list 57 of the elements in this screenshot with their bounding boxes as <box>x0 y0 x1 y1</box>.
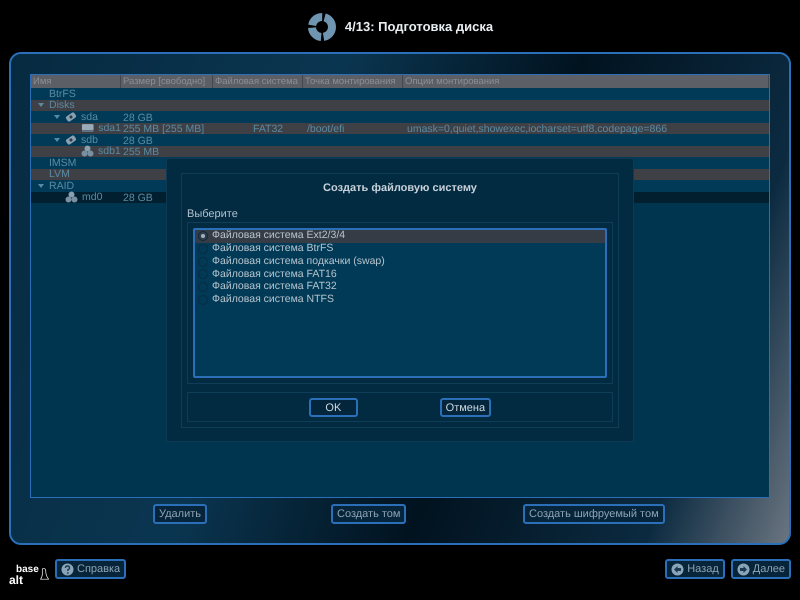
expander-icon[interactable] <box>37 102 45 108</box>
size-text: 28 GB <box>123 112 153 124</box>
node-name: sda <box>81 110 98 123</box>
node-name: IMSM <box>49 156 76 169</box>
size-text: 255 MB [255 MB] <box>123 123 204 136</box>
action-button[interactable]: Создать том <box>331 504 406 524</box>
expander-icon[interactable] <box>53 114 61 120</box>
filesystem-option[interactable]: Файловая система подкачки (swap) <box>195 255 605 268</box>
back-arrow-icon <box>671 562 684 576</box>
dialog-button[interactable]: Отмена <box>440 398 492 416</box>
size-text: 28 GB <box>123 192 153 204</box>
size-text: 255 MB <box>123 146 160 158</box>
disk-stack-icon <box>81 145 94 158</box>
logo-text: alt <box>9 575 24 585</box>
tree-row[interactable]: sdb 28 GB <box>31 134 769 146</box>
help-icon <box>61 562 74 576</box>
disk-stack-icon <box>65 191 78 204</box>
radio-button[interactable] <box>198 231 208 242</box>
tree-row[interactable]: BtrFS <box>31 88 769 100</box>
tree-row[interactable]: sda 28 GB <box>31 111 769 122</box>
node-name: sdb <box>81 134 98 146</box>
next-arrow-icon <box>736 562 750 576</box>
help-button[interactable]: Справка <box>55 559 126 579</box>
choose-label: Выберите <box>187 207 239 222</box>
dialog-title: Создать файловую систему <box>323 181 477 196</box>
filesystem-option[interactable]: Файловая система NTFS <box>195 293 605 306</box>
spinner-logo-icon <box>306 12 337 42</box>
action-button[interactable]: Удалить <box>153 504 207 524</box>
filesystem-option[interactable]: Файловая система FAT16 <box>195 268 605 281</box>
next-button[interactable]: Далее <box>730 559 791 579</box>
node-name: Disks <box>49 99 75 112</box>
logo-text: base <box>15 565 39 575</box>
node-name: LVM <box>49 168 70 180</box>
radio-button[interactable] <box>198 294 208 305</box>
filesystem-option[interactable]: Файловая система FAT32 <box>195 280 605 294</box>
filesystem-text: FAT32 <box>253 123 284 136</box>
mount-point-text: /boot/efi <box>307 123 344 136</box>
filesystem-option[interactable]: Файловая система BtrFS <box>195 242 605 256</box>
drive-icon <box>80 122 94 134</box>
expander-icon[interactable] <box>37 182 45 189</box>
node-name: sdb1 <box>98 145 121 158</box>
filesystem-option[interactable]: Файловая система Ext2/3/4 <box>195 230 605 243</box>
expander-icon[interactable] <box>53 136 61 143</box>
radio-button[interactable] <box>198 244 208 254</box>
radio-button[interactable] <box>198 256 208 267</box>
node-name: sda1 <box>98 122 121 134</box>
radio-button[interactable] <box>198 282 208 292</box>
node-name: RAID <box>49 180 74 192</box>
radio-button[interactable] <box>198 269 208 280</box>
dialog-button[interactable]: OK <box>308 398 358 416</box>
node-name: BtrFS <box>49 88 76 100</box>
size-text: 28 GB <box>123 134 153 147</box>
step-title: 4/13: Подготовка диска <box>344 18 494 36</box>
mount-options-text: umask=0,quiet,showexec,iocharset=utf8,codepage=866 <box>407 123 668 136</box>
action-button[interactable]: Создать шифруемый том <box>523 504 665 524</box>
node-name: md0 <box>82 191 102 204</box>
back-button[interactable]: Назад <box>665 559 725 579</box>
